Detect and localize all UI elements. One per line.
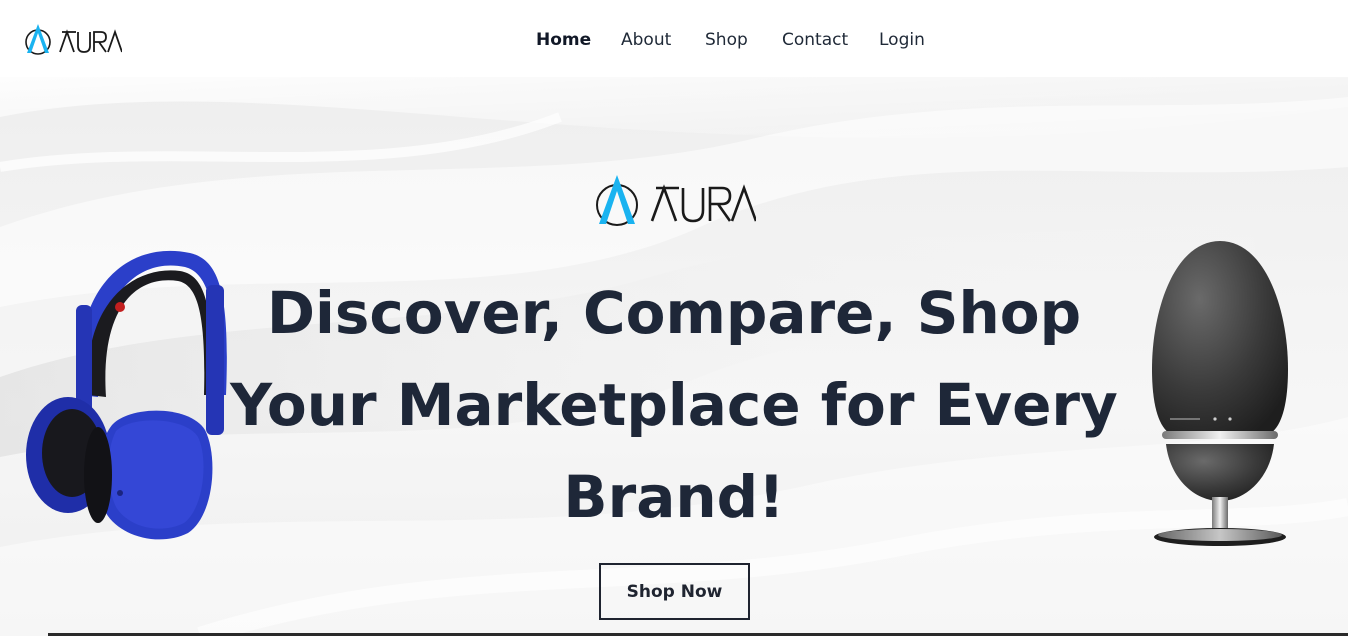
nav-about[interactable]: About — [621, 28, 671, 52]
site-header: Home About Shop Contact Login — [0, 0, 1348, 77]
nav-contact[interactable]: Contact — [782, 28, 848, 52]
headline-line-2: Your Marketplace for Every — [230, 371, 1118, 439]
headphones-icon — [26, 250, 227, 540]
nav-home[interactable]: Home — [536, 28, 591, 52]
shop-now-button[interactable]: Shop Now — [599, 563, 750, 620]
headline-line-3: Brand! — [563, 463, 785, 531]
nav-login[interactable]: Login — [879, 28, 925, 52]
hero-section: Discover, Compare, Shop Your Marketplace… — [0, 77, 1348, 636]
nav-shop[interactable]: Shop — [705, 28, 748, 52]
main-nav: Home About Shop Contact Login — [0, 0, 1348, 77]
hero-headline: Discover, Compare, Shop Your Marketplace… — [214, 267, 1134, 543]
headline-line-1: Discover, Compare, Shop — [266, 279, 1082, 347]
speaker-icon — [1152, 241, 1288, 546]
aura-hero-logo-icon — [596, 175, 756, 226]
